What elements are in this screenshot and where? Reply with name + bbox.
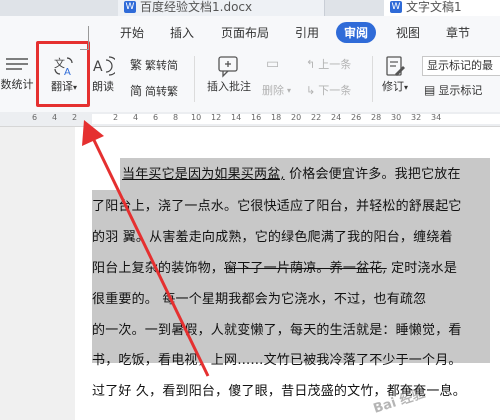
chevron-down-icon: ▾ xyxy=(403,83,408,92)
menu-section[interactable]: 章节 xyxy=(446,24,470,41)
convert-icon: 繁 xyxy=(130,58,143,72)
read-aloud-button[interactable]: A 朗读 xyxy=(88,54,118,94)
insert-comment-button[interactable]: 插入批注 xyxy=(200,54,258,94)
ruler-number: 4 xyxy=(52,113,58,122)
document-line[interactable]: 的羽 翼。从害羞走向成熟，它的绿色爬满了我的阳台，缠绕着 xyxy=(92,226,453,245)
ruler-number: 18 xyxy=(271,113,282,122)
menu-view[interactable]: 视图 xyxy=(396,24,420,41)
comment-add-icon xyxy=(218,56,238,78)
delete-button[interactable]: 删除 ▾ xyxy=(262,82,291,98)
prev-icon: ↰ xyxy=(306,57,316,71)
annotation-highlight-box xyxy=(36,41,90,107)
ruler-number: 22 xyxy=(311,113,322,122)
next-comment-button[interactable]: ↳ 下一条 xyxy=(306,82,351,98)
word-count-button[interactable]: 数统计 xyxy=(0,54,34,92)
ruler-number: 26 xyxy=(351,113,362,122)
ruler-number: 6 xyxy=(153,113,159,122)
track-changes-button[interactable]: 修订▾ xyxy=(376,54,414,94)
margin-marker xyxy=(80,49,89,50)
ruler-number: 4 xyxy=(133,113,139,122)
ribbon-separator xyxy=(372,56,373,102)
menu-references[interactable]: 引用 xyxy=(295,24,319,41)
doc-tab-current[interactable]: W 文字文稿1 xyxy=(384,0,500,16)
read-aloud-icon: A xyxy=(93,56,115,76)
ruler-number: 28 xyxy=(371,113,382,122)
ruler-number: 30 xyxy=(391,113,402,122)
document-line[interactable]: 书，吃饭，看电视，上网……文竹已被我冷落了不少于一个月。 xyxy=(92,349,462,368)
document-line[interactable]: 当年买它是因为如果买两盆, 价格会便宜许多。我把它放在 xyxy=(122,163,461,182)
doc-file-icon: W xyxy=(390,1,402,13)
next-icon: ↳ xyxy=(306,83,316,97)
document-line[interactable]: 阳台上复杂的装饰物，窗下了一片荫凉。养一盆花, 定时浇水是 xyxy=(92,257,457,276)
horizontal-ruler: 6 4 2 2 4 6 8 10 12 14 16 18 20 22 24 26… xyxy=(0,112,500,127)
doc-file-icon: W xyxy=(124,1,136,13)
prev-comment-button[interactable]: ↰ 上一条 xyxy=(306,56,351,72)
menu-home[interactable]: 开始 xyxy=(120,24,144,41)
ribbon-separator xyxy=(194,56,195,102)
document-line[interactable]: 了阳台上，浇了一点水。它很快适应了阳台，并轻松的舒展起它 xyxy=(92,195,462,214)
markup-display-select[interactable]: 显示标记的最 xyxy=(422,56,500,76)
document-line[interactable]: 的一次。一到暑假，人就变懒了，每天的生活就是：睡懒觉，看 xyxy=(92,319,462,338)
ruler-number: 32 xyxy=(411,113,422,122)
svg-text:A: A xyxy=(93,59,103,75)
ruler-number: 2 xyxy=(113,113,119,122)
title-tab-strip: W 百度经验文档1.docx W 文字文稿1 xyxy=(0,0,500,16)
word-count-icon xyxy=(6,58,28,70)
chevron-down-icon: ▾ xyxy=(287,85,292,95)
menu-page-layout[interactable]: 页面布局 xyxy=(221,24,269,41)
ruler-number: 12 xyxy=(211,113,222,122)
menu-review[interactable]: 审阅 xyxy=(336,22,377,43)
comment-delete-icon: ▭ xyxy=(266,56,280,72)
menu-insert[interactable]: 插入 xyxy=(170,24,194,41)
ruler-number: 8 xyxy=(173,113,179,122)
track-changes-icon xyxy=(386,56,405,76)
trad-to-simp-button[interactable]: 繁繁转简 xyxy=(130,56,178,73)
ruler-number: 10 xyxy=(191,113,202,122)
ruler-number: 34 xyxy=(431,113,442,122)
ruler-number: 16 xyxy=(251,113,262,122)
ruler-number: 24 xyxy=(331,113,342,122)
ruler-number: 2 xyxy=(72,113,78,122)
simp-to-trad-button[interactable]: 简简转繁 xyxy=(130,82,178,99)
delete-comment-icon-button[interactable]: ▭ xyxy=(266,56,279,72)
margin-marker xyxy=(88,26,89,50)
show-markup-icon: ▤ xyxy=(424,83,436,97)
ruler-number: 14 xyxy=(231,113,242,122)
ruler-number: 6 xyxy=(32,113,38,122)
ruler-number: 20 xyxy=(291,113,302,122)
document-line[interactable]: 很重要的。 每一个星期我都会为它浇水，不过，也有疏忽 xyxy=(92,288,426,307)
show-markup-button[interactable]: ▤ 显示标记 xyxy=(424,82,482,98)
doc-tab-baidu[interactable]: W 百度经验文档1.docx xyxy=(118,0,325,16)
convert-icon: 简 xyxy=(130,84,143,98)
